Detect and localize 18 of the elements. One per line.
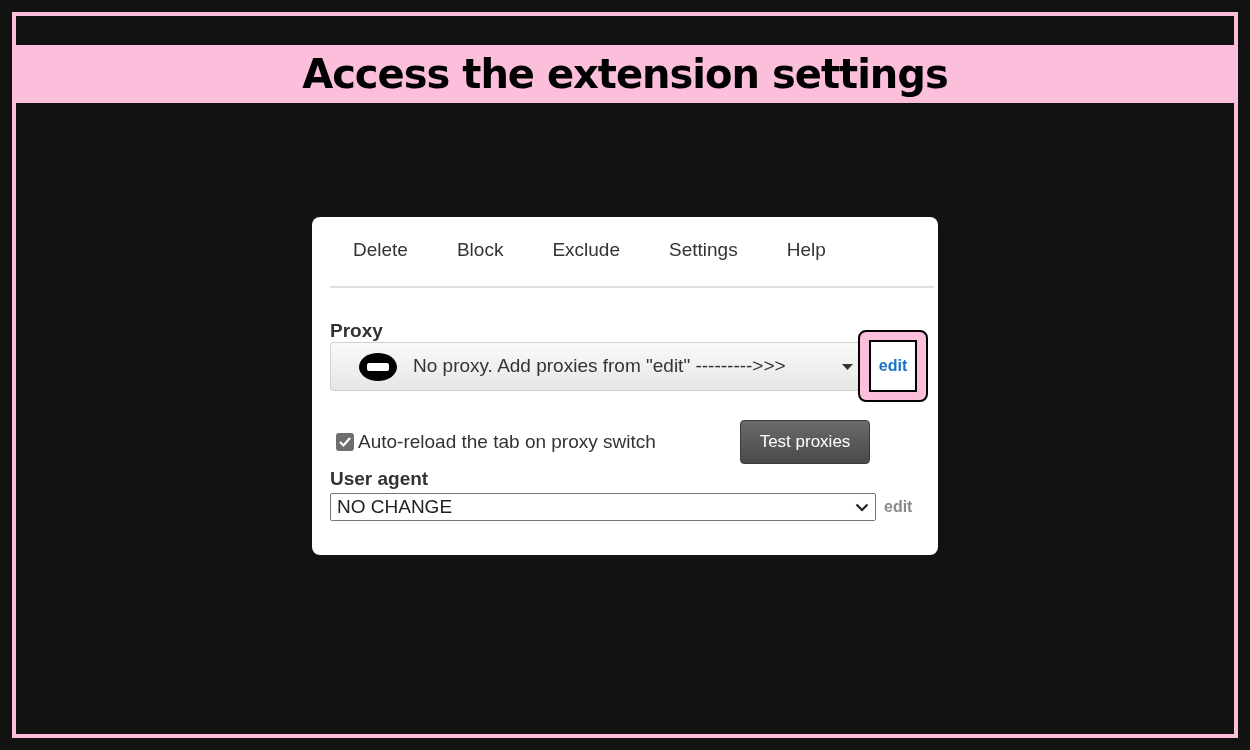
banner-title: Access the extension settings: [302, 50, 948, 99]
checkbox[interactable]: [336, 433, 354, 451]
menu-item[interactable]: Exclude: [552, 236, 620, 265]
dropdown-caret-icon: [842, 363, 853, 370]
test-proxies-button[interactable]: Test proxies: [740, 420, 870, 464]
proxy-value: No proxy. Add proxies from "edit" --------->>>: [413, 354, 786, 379]
menu-item[interactable]: Help: [786, 236, 826, 265]
chevron-down-icon: [855, 502, 869, 512]
user-agent-value: NO CHANGE: [337, 494, 453, 519]
user-agent-label: User agent: [330, 468, 430, 490]
edit-link[interactable]: edit: [869, 340, 917, 392]
proxy-label: Proxy: [330, 320, 384, 342]
menu-item[interactable]: Settings: [669, 236, 738, 265]
no-entry-icon: [359, 352, 397, 381]
checkbox-label: Auto-reload the tab on proxy switch: [358, 429, 656, 454]
menu-item[interactable]: Delete: [353, 236, 408, 265]
menu-item[interactable]: Block: [456, 236, 504, 265]
user-agent-select[interactable]: NO CHANGE: [330, 493, 876, 521]
